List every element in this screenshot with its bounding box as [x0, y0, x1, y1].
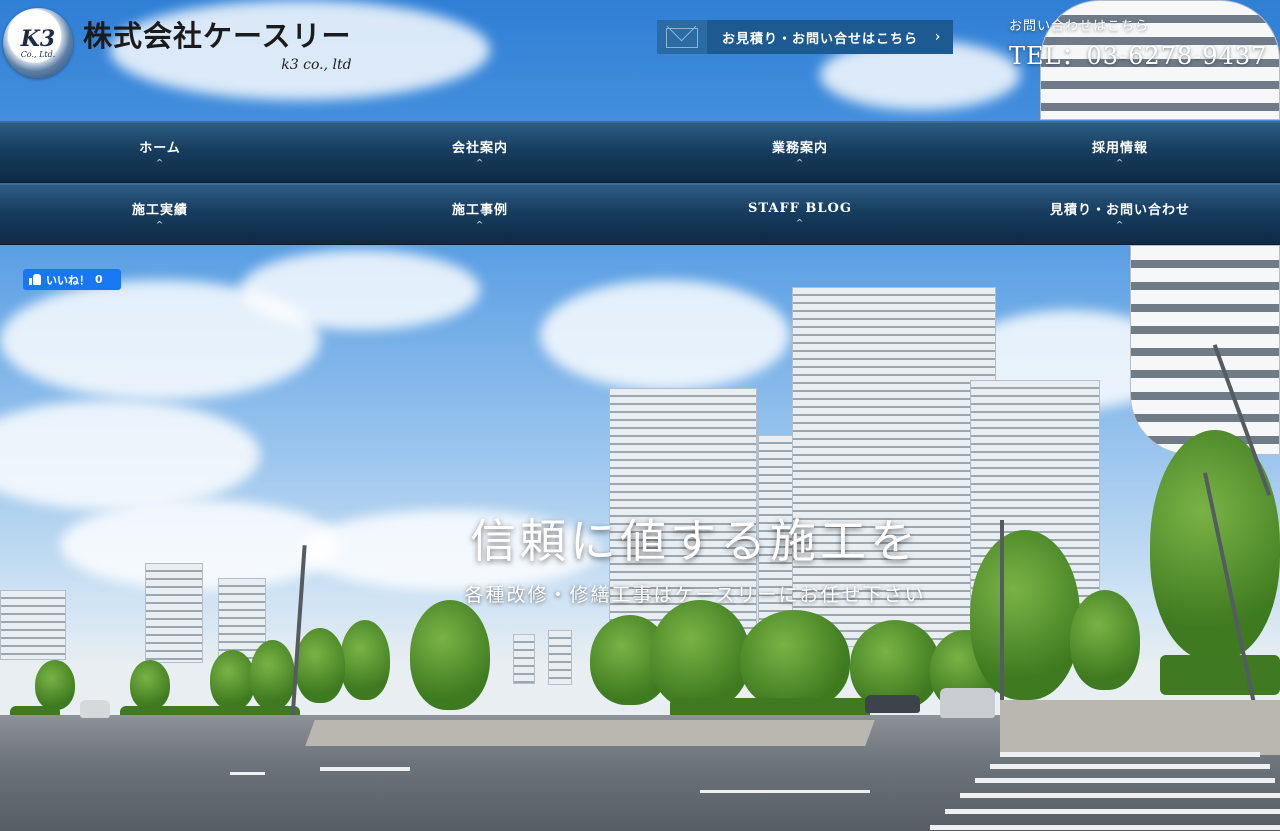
nav-item-company[interactable]: 会社案内 ^ [320, 123, 640, 182]
nav-item-recruit[interactable]: 採用情報 ^ [960, 123, 1280, 182]
hero-subtitle: 各種改修・修繕工事はケースリーにお任せ下さい [464, 584, 926, 606]
nav-item-label: 施工実績 [131, 202, 188, 218]
caret-up-icon: ^ [1115, 158, 1125, 169]
company-name: 株式会社ケースリー [83, 19, 352, 53]
nav-item-contact[interactable]: 見積り・お問い合わせ ^ [960, 185, 1280, 244]
facebook-like-button[interactable]: いいね！ 0 [23, 269, 121, 290]
nav-item-label: 施工事例 [451, 202, 508, 218]
like-count: 0 [95, 273, 103, 286]
caret-up-icon: ^ [1115, 220, 1125, 231]
tel-caption: お問い合わせはこちら [1009, 19, 1150, 34]
hero-title: 信頼に値する施工を [470, 514, 920, 568]
global-nav: ホーム ^ 会社案内 ^ 業務案内 ^ 採用情報 ^ 施工実績 ^ 施工事例 ^… [0, 121, 1280, 245]
caret-up-icon: ^ [475, 158, 485, 169]
nav-row-2: 施工実績 ^ 施工事例 ^ STAFF BLOG ^ 見積り・お問い合わせ ^ [0, 183, 1280, 245]
logo-emblem: K3 Co., Ltd. [3, 8, 73, 78]
nav-item-label: 会社案内 [451, 140, 508, 156]
logo-emblem-text: K3 [20, 25, 56, 52]
inquiry-button[interactable]: お見積り・お問い合せはこちら › [657, 20, 953, 54]
tel-number[interactable]: TEL：03-6278-9437 [1009, 36, 1267, 71]
mail-icon [657, 20, 707, 54]
inquiry-button-label: お見積り・お問い合せはこちら [721, 31, 918, 47]
caret-up-icon: ^ [475, 220, 485, 231]
nav-item-label: 業務案内 [771, 140, 828, 156]
nav-item-services[interactable]: 業務案内 ^ [640, 123, 960, 182]
logo-emblem-subtext: Co., Ltd. [20, 49, 56, 59]
company-name-sub: k3 co., ltd [281, 57, 352, 73]
thumbs-up-icon [29, 274, 41, 285]
nav-item-label: 採用情報 [1091, 140, 1148, 156]
caret-up-icon: ^ [155, 220, 165, 231]
nav-item-staff-blog[interactable]: STAFF BLOG ^ [640, 185, 960, 244]
nav-item-label: STAFF BLOG [748, 200, 852, 216]
nav-item-works[interactable]: 施工実績 ^ [0, 185, 320, 244]
nav-item-label: 見積り・お問い合わせ [1049, 202, 1190, 218]
nav-item-home[interactable]: ホーム ^ [0, 123, 320, 182]
caret-up-icon: ^ [795, 158, 805, 169]
chevron-right-icon: › [934, 29, 942, 45]
logo-text: 株式会社ケースリー k3 co., ltd [83, 13, 352, 73]
nav-item-cases[interactable]: 施工事例 ^ [320, 185, 640, 244]
nav-item-label: ホーム [139, 140, 181, 156]
caret-up-icon: ^ [795, 218, 805, 229]
like-label: いいね！ [46, 273, 90, 287]
caret-up-icon: ^ [155, 158, 165, 169]
tel-block: お問い合わせはこちら TEL：03-6278-9437 [1009, 15, 1267, 71]
site-logo[interactable]: K3 Co., Ltd. 株式会社ケースリー k3 co., ltd [3, 8, 352, 78]
nav-row-1: ホーム ^ 会社案内 ^ 業務案内 ^ 採用情報 ^ [0, 121, 1280, 183]
